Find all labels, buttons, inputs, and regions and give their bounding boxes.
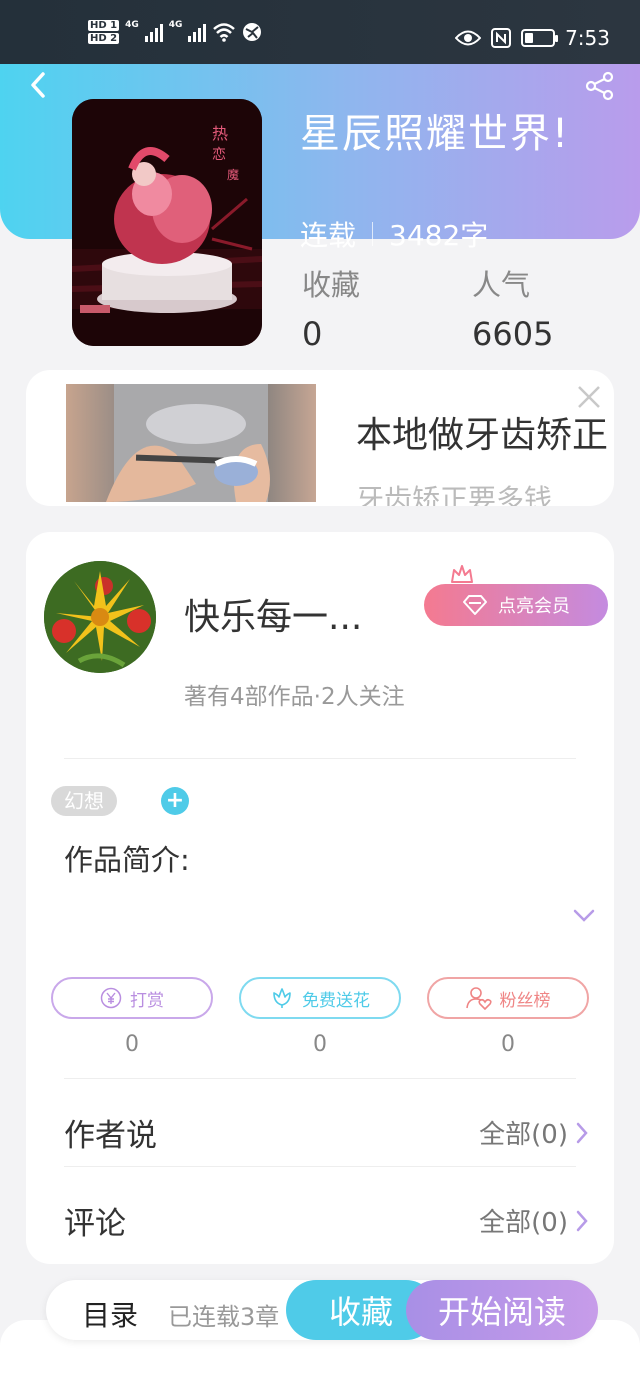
author-notes-label: 作者说 xyxy=(64,1118,157,1154)
vpn-globe-icon xyxy=(243,23,262,41)
author-notes-all-link[interactable]: 全部(0) xyxy=(479,1114,588,1151)
wifi-icon xyxy=(213,23,236,42)
ad-banner[interactable]: 本地做牙齿矫正 牙齿矫正要多钱 xyxy=(26,370,614,506)
vip-label: 点亮会员 xyxy=(498,596,570,617)
chevron-right-icon xyxy=(576,1210,588,1231)
svg-text:魔: 魔 xyxy=(227,167,239,182)
reward-label: 打赏 xyxy=(130,990,164,1011)
genre-tag[interactable]: 幻想 xyxy=(51,786,117,816)
add-tag-button[interactable]: + xyxy=(161,787,189,815)
author-notes-all-label: 全部(0) xyxy=(479,1120,568,1150)
intro-label: 作品简介: xyxy=(64,843,190,877)
flower-icon xyxy=(273,988,291,1008)
toc-chapter-count: 已连载3章 xyxy=(168,1303,280,1331)
start-reading-button[interactable]: 开始阅读 xyxy=(406,1280,598,1340)
network-type-2: 4G xyxy=(168,20,183,30)
divider xyxy=(64,758,576,759)
meta-divider xyxy=(372,222,374,246)
svg-text:恋: 恋 xyxy=(212,146,226,163)
eye-icon xyxy=(455,30,482,46)
book-title: 星辰照耀世界! xyxy=(300,111,571,157)
sim2-badge: HD 2 xyxy=(88,33,120,44)
share-icon[interactable] xyxy=(584,70,616,102)
nfc-icon xyxy=(491,28,512,48)
status-bar: HD 1 HD 2 4G 4G 7:53 xyxy=(0,0,640,64)
yen-icon xyxy=(100,987,122,1009)
divider xyxy=(64,1078,576,1079)
comments-all-link[interactable]: 全部(0) xyxy=(479,1202,588,1239)
book-meta: 连载 3482字 xyxy=(300,214,488,254)
signal-icon xyxy=(144,22,163,42)
ad-title: 本地做牙齿矫正 xyxy=(356,415,609,456)
flower-count: 0 xyxy=(313,1032,327,1057)
favorites-label: 收藏 xyxy=(302,268,361,302)
author-name[interactable]: 快乐每一... xyxy=(184,588,362,640)
diamond-icon xyxy=(463,595,487,615)
send-flower-label: 免费送花 xyxy=(302,990,370,1011)
author-stats: 著有4部作品·2人关注 xyxy=(184,684,405,710)
fan-rank-icon xyxy=(465,987,492,1010)
avatar[interactable] xyxy=(44,561,156,673)
crown-icon xyxy=(451,565,473,583)
comments-label: 评论 xyxy=(64,1206,126,1242)
chevron-down-icon[interactable] xyxy=(572,908,596,924)
back-icon[interactable] xyxy=(24,70,54,100)
chevron-right-icon xyxy=(576,1122,588,1143)
toc-label: 目录 xyxy=(82,1299,139,1332)
network-type-1: 4G xyxy=(125,20,139,30)
send-flower-button[interactable]: 免费送花 xyxy=(239,977,401,1019)
clock: 7:53 xyxy=(565,26,610,50)
fan-count: 0 xyxy=(501,1032,515,1057)
reward-count: 0 xyxy=(125,1032,139,1057)
vip-button[interactable]: 点亮会员 xyxy=(424,584,608,626)
favorites-value: 0 xyxy=(302,315,323,353)
status-left: HD 1 HD 2 4G 4G xyxy=(88,20,262,44)
book-detail-card: 快乐每一... 点亮会员 著有4部作品·2人关注 幻想 + 作品简介: 打赏 免… xyxy=(26,532,614,1264)
ad-subtitle: 牙齿矫正要多钱 xyxy=(356,483,553,506)
fan-rank-button[interactable]: 粉丝榜 xyxy=(427,977,589,1019)
book-status: 连载 xyxy=(300,219,357,252)
fan-rank-label: 粉丝榜 xyxy=(499,990,551,1011)
book-cover-image[interactable]: 热 恋 魔 xyxy=(72,99,262,346)
signal-icon xyxy=(188,22,207,42)
word-count: 3482字 xyxy=(389,219,489,252)
popularity-value: 6605 xyxy=(472,315,554,353)
status-right: 7:53 xyxy=(455,26,610,50)
sim1-badge: HD 1 xyxy=(88,20,120,31)
cover-artwork: 热 恋 魔 xyxy=(72,99,262,346)
svg-text:热: 热 xyxy=(212,124,228,143)
comments-all-label: 全部(0) xyxy=(479,1208,568,1238)
battery-icon xyxy=(521,29,559,47)
sim-badges: HD 1 HD 2 xyxy=(88,20,120,44)
popularity-label: 人气 xyxy=(472,268,531,302)
ad-image xyxy=(66,384,316,502)
divider xyxy=(64,1166,576,1167)
reward-button[interactable]: 打赏 xyxy=(51,977,213,1019)
